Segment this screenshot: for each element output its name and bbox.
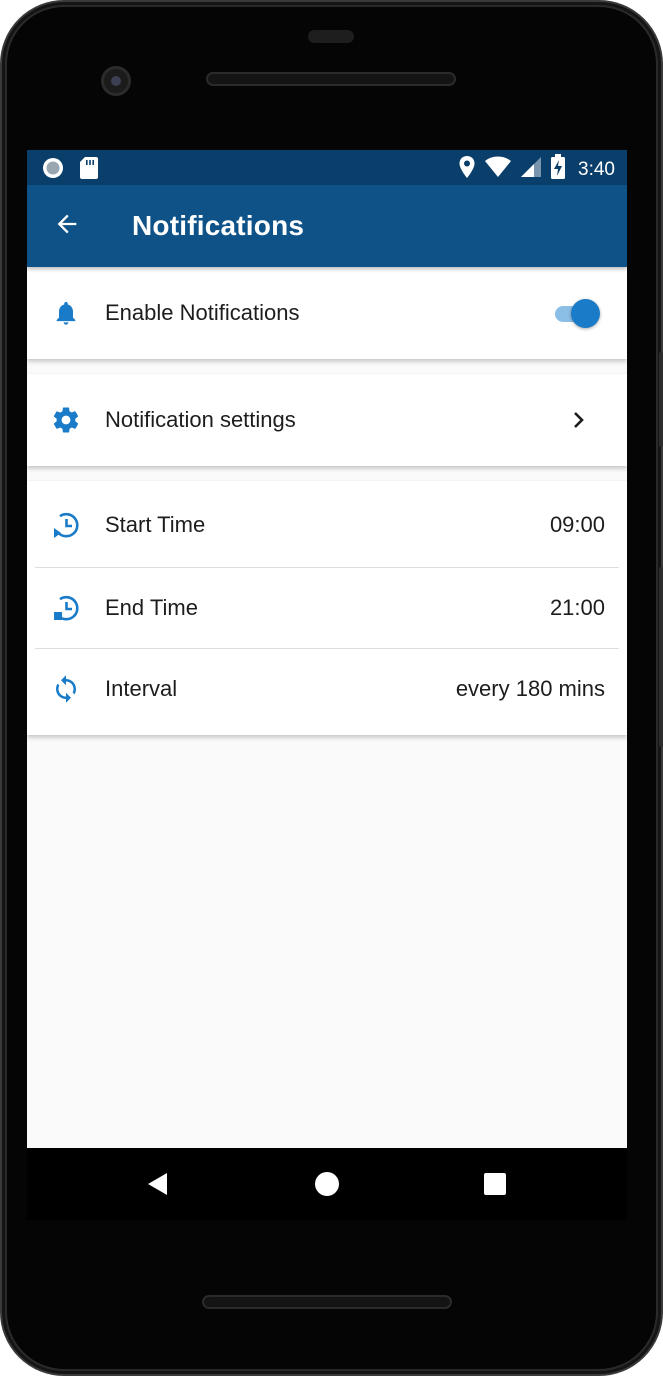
recents-square-icon[interactable] [479,1168,511,1200]
interval-value: every 180 mins [455,676,605,701]
arrow-back-icon [53,210,81,243]
bell-icon [51,298,81,328]
sync-icon [51,674,81,704]
bottom-speaker [202,1295,452,1309]
start-time-label: Start Time [105,512,206,537]
app-screen: 3:40 Notifications Enable Notifications [27,150,627,1148]
notification-settings-row[interactable]: Notification settings [27,374,627,466]
back-triangle-icon[interactable] [142,1168,174,1200]
status-bar: 3:40 [27,150,627,185]
power-button [659,352,663,447]
clock-start-icon [51,510,81,540]
end-time-value: 21:00 [549,595,605,620]
toggle-thumb [571,299,600,328]
back-button[interactable] [49,208,85,244]
start-time-value: 09:00 [549,512,605,537]
interval-label: Interval [105,676,178,701]
enable-notifications-card: Enable Notifications [27,267,627,359]
notification-settings-card: Notification settings [27,374,627,466]
notification-settings-label: Notification settings [105,407,296,432]
front-camera [101,66,131,96]
sd-card-icon [79,156,99,185]
chevron-right-icon[interactable] [569,410,589,430]
interval-row[interactable]: Interval every 180 mins [27,649,627,733]
end-time-row[interactable]: End Time 21:00 [27,568,627,648]
page-title: Notifications [132,210,305,241]
app-bar: Notifications [27,185,627,267]
battery-charging-icon [550,154,566,185]
enable-notifications-row[interactable]: Enable Notifications [27,267,627,359]
cell-signal-icon [520,155,542,184]
wifi-icon [484,155,512,184]
enable-notifications-label: Enable Notifications [105,300,300,325]
top-speaker [206,72,456,86]
earpiece [308,30,354,43]
location-icon [458,155,476,184]
start-time-row[interactable]: Start Time 09:00 [27,481,627,567]
schedule-card: Start Time 09:00 End Time 21:00 Interval… [27,481,627,735]
volume-button [659,567,663,747]
enable-notifications-toggle[interactable] [553,298,601,328]
end-time-label: End Time [105,595,198,620]
home-circle-icon[interactable] [311,1168,343,1200]
status-time: 3:40 [578,158,615,180]
system-nav-bar [27,1148,627,1220]
gear-icon [51,405,81,435]
clock-end-icon [51,593,81,623]
record-icon [41,156,65,185]
